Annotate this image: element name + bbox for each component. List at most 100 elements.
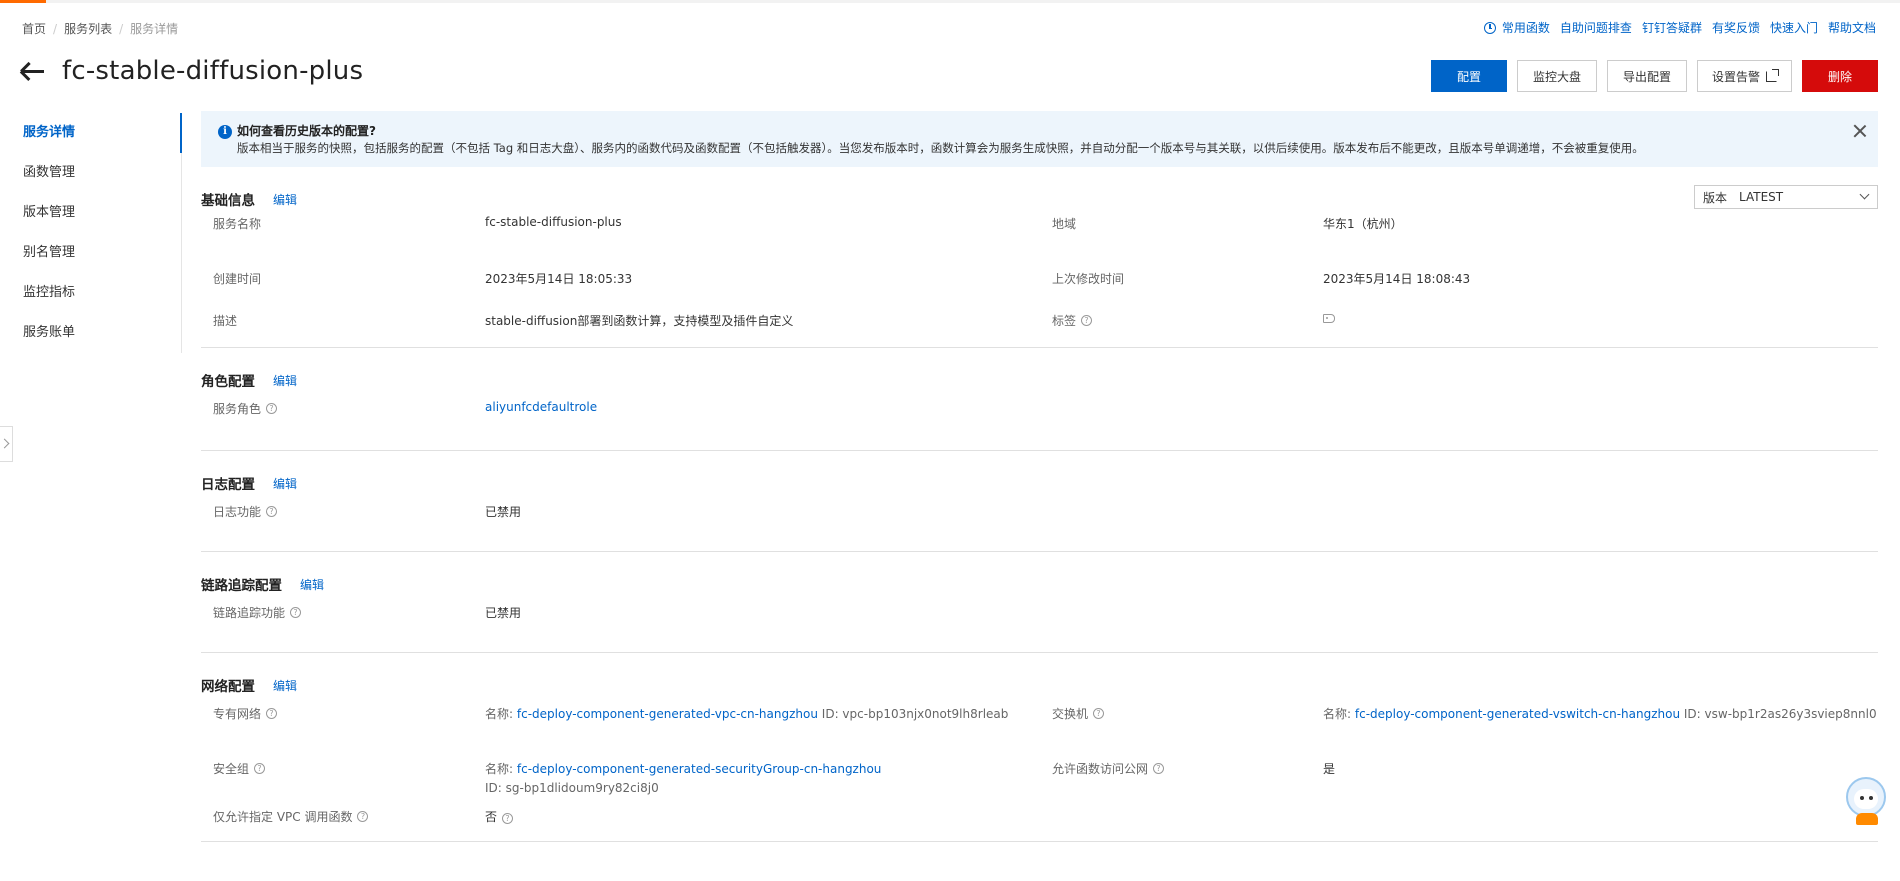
edit-network-link[interactable]: 编辑 [273,677,297,694]
edit-role-link[interactable]: 编辑 [273,372,297,389]
sidenav-item-function-management[interactable]: 函数管理 [0,153,181,193]
edit-basic-link[interactable]: 编辑 [273,191,297,208]
export-config-button[interactable]: 导出配置 [1606,60,1687,92]
sidenav-item-monitoring-metrics[interactable]: 监控指标 [0,273,181,313]
info-row: 服务角色? aliyunfcdefaultrole [201,400,1878,442]
vpc-name-link[interactable]: fc-deploy-component-generated-vpc-cn-han… [517,707,818,721]
back-arrow-icon[interactable] [20,60,46,82]
created-time-label: 创建时间 [213,272,262,286]
vpc-only-label: 仅允许指定 VPC 调用函数? [201,808,485,825]
help-icon[interactable]: ? [266,403,278,414]
set-alarm-label: 设置告警 [1711,69,1760,84]
version-label: 版本 [1703,190,1728,205]
link-quick-start[interactable]: 快速入门 [1770,19,1818,36]
sidenav-item-service-details[interactable]: 服务详情 [0,113,181,153]
info-row: 描述 stable-diffusion部署到函数计算，支持模型及插件自定义 标签… [201,299,1878,341]
info-icon: i [218,125,232,139]
link-feedback[interactable]: 有奖反馈 [1712,19,1760,36]
trace-config-section: 链路追踪配置 编辑 链路追踪功能? 已禁用 [201,564,1878,653]
breadcrumb-separator: / [119,21,124,36]
top-progress-line [0,0,1900,3]
description-value: stable-diffusion部署到函数计算，支持模型及插件自定义 [485,314,794,328]
log-function-label-text: 日志功能 [213,505,262,519]
section-header: 基础信息 编辑 [201,179,1878,219]
edit-trace-link[interactable]: 编辑 [300,576,324,593]
role-config-section: 角色配置 编辑 服务角色? aliyunfcdefaultrole [201,360,1878,451]
log-config-section: 日志配置 编辑 日志功能? 已禁用 [201,463,1878,552]
page-title: fc-stable-diffusion-plus [62,56,364,86]
help-icon[interactable]: ? [1153,763,1165,774]
security-group-link[interactable]: fc-deploy-component-generated-securityGr… [517,762,882,776]
vswitch-label: 交换机? [1052,705,1323,722]
help-icon[interactable]: ? [502,813,514,824]
breadcrumb: 首页 / 服务列表 / 服务详情 [22,20,178,37]
breadcrumb-home[interactable]: 首页 [22,20,46,37]
section-title: 日志配置 [201,477,255,493]
tags-label: 标签? [1052,312,1323,329]
internet-access-value: 是 [1323,762,1336,776]
network-config-section: 网络配置 编辑 专有网络? 名称: fc-deploy-component-ge… [201,665,1878,842]
side-navigation: 服务详情 函数管理 版本管理 别名管理 监控指标 服务账单 [0,113,182,353]
top-accent-bar [0,0,46,3]
section-title: 基础信息 [201,193,255,209]
vpc-only-label-text: 仅允许指定 VPC 调用函数 [213,810,353,824]
security-group-name-line: 名称: fc-deploy-component-generated-securi… [485,760,1052,777]
vswitch-name-prefix: 名称: [1323,707,1352,721]
breadcrumb-separator: / [53,21,58,36]
sidebar-collapse-toggle[interactable] [0,426,13,462]
vpc-only-value: 否? [485,808,1052,825]
delete-button[interactable]: 删除 [1802,60,1878,92]
vpc-label: 专有网络? [201,705,485,722]
set-alarm-button[interactable]: 设置告警 [1696,60,1792,92]
notice-title: 如何查看历史版本的配置? [237,124,376,138]
link-self-troubleshoot[interactable]: 自助问题排查 [1560,19,1632,36]
link-help-docs[interactable]: 帮助文档 [1828,19,1876,36]
section-header: 日志配置 编辑 [201,463,1878,503]
log-function-value: 已禁用 [485,505,522,519]
vpc-label-text: 专有网络 [213,707,262,721]
basic-info-section: 基础信息 编辑 版本 LATEST 服务名称 fc-stable-diffusi… [201,179,1878,348]
help-icon[interactable]: ? [1081,315,1093,326]
active-indicator [180,113,182,153]
link-dingtalk-group[interactable]: 钉钉答疑群 [1642,19,1702,36]
vswitch-name-link[interactable]: fc-deploy-component-generated-vswitch-cn… [1355,707,1680,721]
help-icon[interactable]: ? [266,708,278,719]
description-label: 描述 [213,314,238,328]
assistant-robot-icon[interactable] [1842,775,1888,825]
help-icon[interactable]: ? [254,763,266,774]
sidenav-item-alias-management[interactable]: 别名管理 [0,233,181,273]
created-time-value: 2023年5月14日 18:05:33 [485,272,633,286]
sidenav-item-service-bill[interactable]: 服务账单 [0,313,181,353]
close-icon[interactable] [1852,123,1868,139]
info-row: 创建时间 2023年5月14日 18:05:33 上次修改时间 2023年5月1… [201,257,1878,299]
info-row: 服务名称 fc-stable-diffusion-plus 地域 华东1（杭州） [201,215,1878,257]
sidenav-item-version-management[interactable]: 版本管理 [0,193,181,233]
breadcrumb-service-list[interactable]: 服务列表 [64,20,112,37]
security-group-value: 名称: fc-deploy-component-generated-securi… [485,760,1052,795]
link-common-functions[interactable]: 常用函数 [1502,19,1550,36]
edit-log-link[interactable]: 编辑 [273,475,297,492]
config-button[interactable]: 配置 [1430,60,1507,92]
help-icon[interactable]: ? [357,811,369,822]
tag-icon[interactable] [1323,314,1335,323]
version-select[interactable]: 版本 LATEST [1694,185,1878,209]
trace-function-label-text: 链路追踪功能 [213,606,286,620]
help-icon[interactable]: ? [290,607,302,618]
service-role-cell: aliyunfcdefaultrole [485,400,1052,414]
section-header: 角色配置 编辑 [201,360,1878,400]
service-role-link[interactable]: aliyunfcdefaultrole [485,400,597,414]
quick-links: 常用函数 自助问题排查 钉钉答疑群 有奖反馈 快速入门 帮助文档 [1483,19,1876,36]
monitor-dashboard-button[interactable]: 监控大盘 [1516,60,1597,92]
vpc-name-prefix: 名称: [485,707,514,721]
info-row: 专有网络? 名称: fc-deploy-component-generated-… [201,705,1878,747]
vpc-id: ID: vpc-bp103njx0not9lh8rleab [821,707,1009,721]
help-icon[interactable]: ? [266,506,278,517]
region-label: 地域 [1052,217,1077,231]
breadcrumb-current: 服务详情 [130,22,179,36]
section-title: 网络配置 [201,679,255,695]
internet-access-label: 允许函数访问公网? [1052,760,1323,777]
info-row: 链路追踪功能? 已禁用 [201,604,1878,646]
help-icon[interactable]: ? [1093,708,1105,719]
modified-time-label: 上次修改时间 [1052,272,1125,286]
service-name-value: fc-stable-diffusion-plus [485,215,622,229]
